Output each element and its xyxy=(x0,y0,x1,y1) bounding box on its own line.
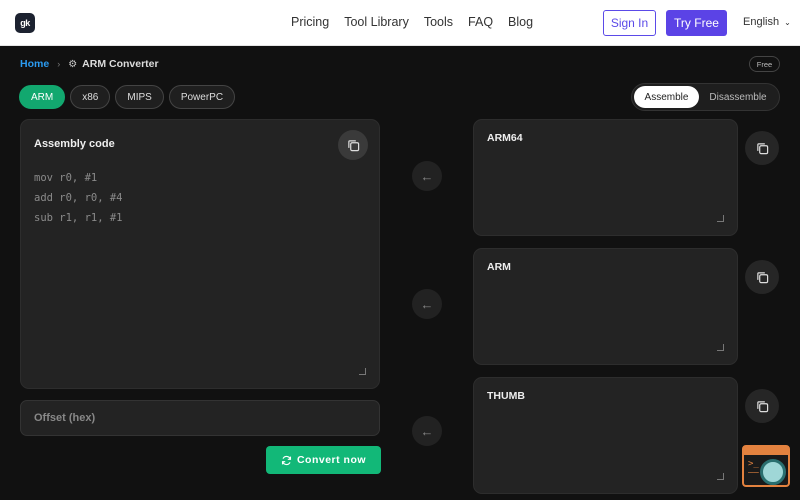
main-nav: Pricing Tool Library Tools FAQ Blog xyxy=(291,15,533,29)
thumb-output-panel[interactable]: THUMB xyxy=(473,377,738,494)
resize-handle[interactable] xyxy=(359,368,366,375)
nav-tool-library[interactable]: Tool Library xyxy=(344,15,409,29)
chevron-right-icon: › xyxy=(57,59,61,69)
arrow-left-icon[interactable]: ← xyxy=(412,289,442,319)
resize-handle[interactable] xyxy=(717,473,724,480)
nav-faq[interactable]: FAQ xyxy=(468,15,493,29)
copy-icon xyxy=(347,139,359,151)
chevron-down-icon: ⌄ xyxy=(784,17,791,27)
breadcrumb-home[interactable]: Home xyxy=(20,58,49,70)
refresh-icon xyxy=(281,455,291,465)
disassemble-option[interactable]: Disassemble xyxy=(699,86,777,108)
copy-icon xyxy=(756,142,768,154)
copy-icon xyxy=(756,271,768,283)
assembly-code-textarea[interactable]: mov r0, #1 add r0, r0, #4 sub r1, r1, #1 xyxy=(34,168,123,228)
arrow-left-icon[interactable]: ← xyxy=(412,161,442,191)
top-header: gk Pricing Tool Library Tools FAQ Blog S… xyxy=(0,0,800,46)
arm-title: ARM xyxy=(487,261,511,273)
copy-arm64-button[interactable] xyxy=(745,131,779,165)
arm-output-panel[interactable]: ARM xyxy=(473,248,738,365)
nav-blog[interactable]: Blog xyxy=(508,15,533,29)
architecture-tabs: ARM x86 MIPS PowerPC xyxy=(19,85,236,109)
resize-handle[interactable] xyxy=(717,344,724,351)
copy-arm-button[interactable] xyxy=(745,260,779,294)
language-label: English xyxy=(743,16,780,28)
assemble-option[interactable]: Assemble xyxy=(634,86,699,108)
arm64-title: ARM64 xyxy=(487,132,523,144)
thumb-title: THUMB xyxy=(487,390,525,402)
tab-x86[interactable]: x86 xyxy=(70,85,111,109)
nav-tools[interactable]: Tools xyxy=(424,15,453,29)
sign-in-button[interactable]: Sign In xyxy=(603,10,656,36)
tab-arm[interactable]: ARM xyxy=(19,85,66,109)
tab-powerpc[interactable]: PowerPC xyxy=(168,85,236,109)
offset-input[interactable]: Offset (hex) xyxy=(20,400,380,436)
arrow-left-icon[interactable]: ← xyxy=(412,416,442,446)
arm64-output-panel[interactable]: ARM64 xyxy=(473,119,738,236)
site-logo[interactable]: gk xyxy=(15,13,35,33)
convert-label: Convert now xyxy=(296,454,367,466)
copy-icon xyxy=(756,400,768,412)
assembly-input-panel[interactable]: Assembly code mov r0, #1 add r0, r0, #4 … xyxy=(20,119,380,389)
tab-mips[interactable]: MIPS xyxy=(115,85,164,109)
gear-icon: ⚙ xyxy=(68,58,78,70)
assembly-code-title: Assembly code xyxy=(34,138,115,150)
resize-handle[interactable] xyxy=(717,215,724,222)
free-badge: Free xyxy=(749,56,780,72)
copy-thumb-button[interactable] xyxy=(745,389,779,423)
mode-toggle: Assemble Disassemble xyxy=(631,83,780,111)
nav-pricing[interactable]: Pricing xyxy=(291,15,329,29)
copy-input-button[interactable] xyxy=(338,130,368,160)
terminal-icon: >_ —— xyxy=(748,459,759,478)
widget-titlebar xyxy=(744,447,788,455)
magnifier-icon xyxy=(760,459,786,485)
breadcrumb-current: ARM Converter xyxy=(82,58,159,70)
convert-now-button[interactable]: Convert now xyxy=(266,446,381,474)
floating-help-widget[interactable]: >_ —— xyxy=(742,445,790,487)
breadcrumb: Home › ⚙ ARM Converter xyxy=(20,58,159,70)
try-free-button[interactable]: Try Free xyxy=(666,10,727,36)
language-selector[interactable]: English ⌄ xyxy=(743,16,791,28)
